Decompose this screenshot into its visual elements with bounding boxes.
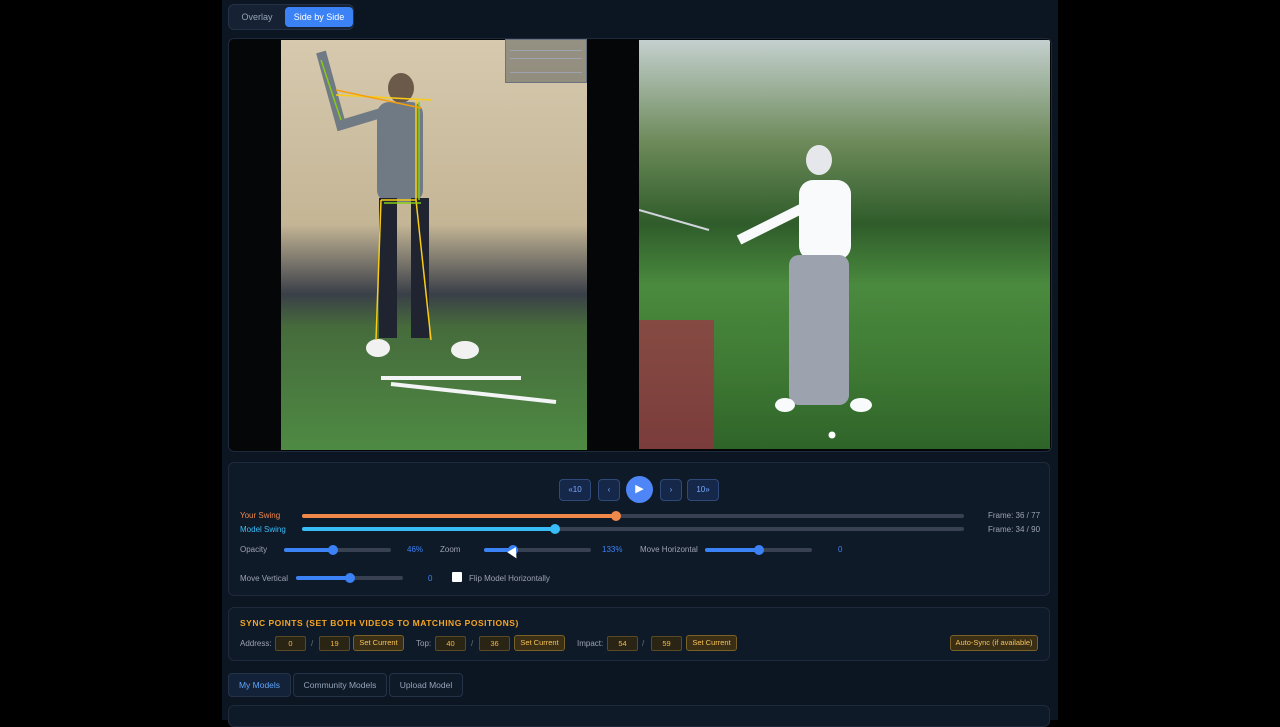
zoom-slider[interactable] [484, 545, 591, 555]
address-set-current-button[interactable]: Set Current [353, 635, 404, 651]
move-vertical-handle[interactable] [344, 573, 355, 583]
previous-frame-button[interactable]: ‹ [598, 479, 620, 501]
sync-points-panel: SYNC POINTS (SET BOTH VIDEOS TO MATCHING… [228, 607, 1050, 661]
your-swing-frame: Frame: 36 / 77 [988, 511, 1041, 520]
model-swing-progress [302, 527, 555, 531]
opacity-handle[interactable] [328, 545, 339, 555]
impact-your-input[interactable]: 54 [607, 636, 638, 651]
next-frame-button[interactable]: › [660, 479, 682, 501]
move-vertical-value: 0 [428, 574, 433, 583]
play-button[interactable]: ▶ [626, 476, 653, 503]
impact-model-input[interactable]: 59 [651, 636, 682, 651]
model-swing-frame: Frame: 34 / 90 [988, 525, 1041, 534]
video-area [228, 38, 1052, 452]
address-label: Address: [240, 639, 272, 648]
tab-community-models[interactable]: Community Models [293, 673, 387, 697]
your-swing-progress [302, 514, 616, 518]
model-swing-label: Model Swing [240, 525, 286, 534]
playback-controls-panel: «10 ‹ ▶ › 10» Your Swing Frame: 36 / 77 … [228, 462, 1050, 596]
mini-frame-preview [505, 39, 587, 83]
move-vertical-slider[interactable] [296, 573, 403, 583]
back-10-frames-button[interactable]: «10 [559, 479, 591, 501]
address-model-input[interactable]: 19 [319, 636, 350, 651]
move-horizontal-fill [705, 548, 759, 552]
side-by-side-button[interactable]: Side by Side [285, 7, 353, 27]
top-label: Top: [416, 639, 432, 648]
move-horizontal-slider[interactable] [705, 545, 812, 555]
model-swing-video[interactable] [639, 40, 1050, 449]
sync-points-title: SYNC POINTS (SET BOTH VIDEOS TO MATCHING… [240, 618, 519, 628]
view-toggle: Overlay Side by Side [228, 4, 354, 30]
address-separator: / [311, 639, 314, 648]
tab-upload-model[interactable]: Upload Model [389, 673, 463, 697]
your-swing-handle[interactable] [610, 511, 621, 521]
move-vertical-fill [296, 576, 350, 580]
your-swing-label: Your Swing [240, 511, 281, 520]
flip-model-checkbox[interactable] [452, 572, 462, 582]
your-swing-video[interactable] [281, 40, 587, 450]
tab-my-models[interactable]: My Models [228, 673, 291, 697]
move-vertical-label: Move Vertical [240, 574, 289, 583]
opacity-fill [284, 548, 334, 552]
impact-set-current-button[interactable]: Set Current [686, 635, 737, 651]
model-swing-timeline[interactable] [302, 524, 964, 534]
top-set-current-button[interactable]: Set Current [514, 635, 565, 651]
opacity-slider[interactable] [284, 545, 391, 555]
impact-label: Impact: [577, 639, 604, 648]
move-horizontal-label: Move Horizontal [640, 545, 698, 554]
opacity-label: Opacity [240, 545, 268, 554]
top-model-input[interactable]: 36 [479, 636, 510, 651]
top-your-input[interactable]: 40 [435, 636, 466, 651]
zoom-label: Zoom [440, 545, 461, 554]
pose-skeleton-overlay [316, 50, 557, 404]
forward-10-frames-button[interactable]: 10» [687, 479, 719, 501]
app-window: Overlay Side by Side «10 ‹ ▶ › 10» Your … [222, 0, 1058, 727]
impact-separator: / [642, 639, 645, 648]
auto-sync-button[interactable]: Auto-Sync (if available) [950, 635, 1038, 651]
models-panel [228, 705, 1050, 727]
play-icon: ▶ [635, 483, 644, 495]
model-golfer-figure [639, 145, 872, 449]
move-horizontal-value: 0 [838, 545, 843, 554]
model-swing-handle[interactable] [549, 524, 560, 534]
top-separator: / [471, 639, 474, 648]
address-your-input[interactable]: 0 [275, 636, 306, 651]
move-horizontal-handle[interactable] [753, 545, 764, 555]
flip-model-label: Flip Model Horizontally [469, 574, 550, 583]
opacity-value: 46% [407, 545, 424, 554]
overlay-button[interactable]: Overlay [233, 7, 281, 27]
zoom-value: 133% [602, 545, 623, 554]
your-swing-timeline[interactable] [302, 511, 964, 521]
